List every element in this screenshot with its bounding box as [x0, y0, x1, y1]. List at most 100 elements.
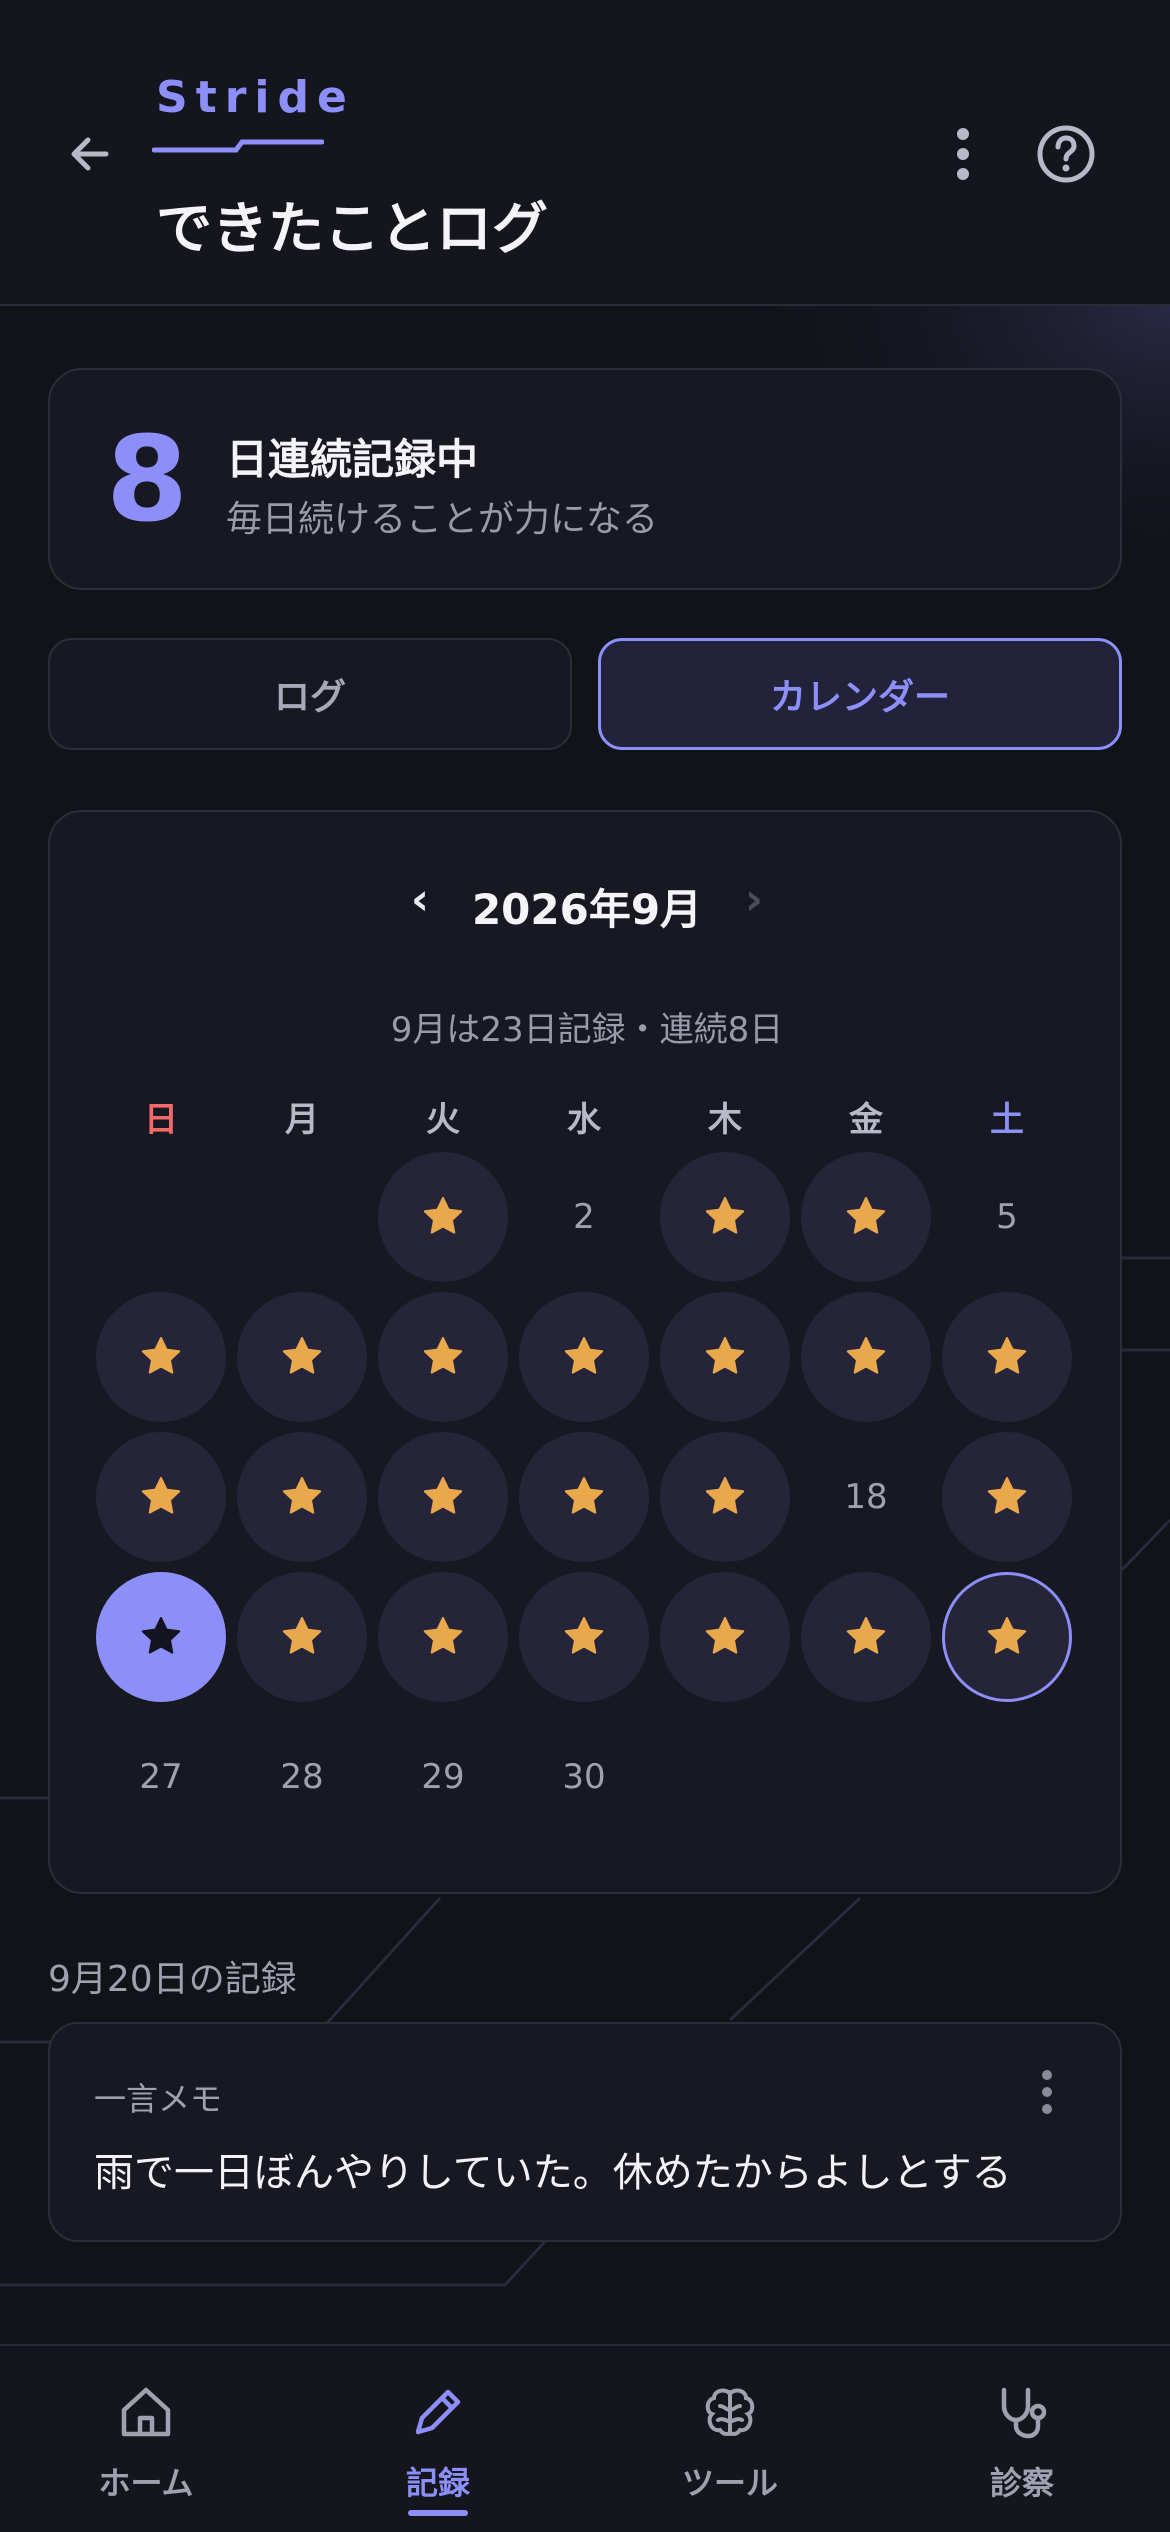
star-icon: [987, 1617, 1027, 1654]
brand-logo: Stride: [156, 72, 355, 123]
star-icon: [564, 1617, 604, 1654]
weekday-mon: 月: [285, 1100, 319, 1140]
calendar-day-28[interactable]: 28: [237, 1712, 367, 1842]
calendar-day-20[interactable]: [96, 1572, 226, 1702]
calendar-day-18[interactable]: 18: [801, 1432, 931, 1562]
calendar-day-17[interactable]: [660, 1432, 790, 1562]
star-icon: [705, 1617, 745, 1654]
calendar-day-1[interactable]: [378, 1152, 508, 1282]
more-vertical-icon: [1042, 2070, 1052, 2114]
star-icon: [423, 1477, 463, 1514]
star-icon: [705, 1197, 745, 1234]
bottom-nav: ホーム 記録 ツール 診察: [0, 2344, 1170, 2532]
star-icon: [987, 1477, 1027, 1514]
memo-card[interactable]: 一言メモ 雨で一日ぼんやりしていた。休めたからよしとする: [48, 2022, 1122, 2242]
star-icon: [564, 1477, 604, 1514]
calendar-day-16[interactable]: [519, 1432, 649, 1562]
calendar-day-5[interactable]: 5: [942, 1152, 1072, 1282]
calendar-day-2[interactable]: 2: [519, 1152, 649, 1282]
help-button[interactable]: [1034, 122, 1098, 186]
back-button[interactable]: [58, 122, 122, 186]
page-title: できたことログ: [156, 197, 548, 262]
calendar-day-number: 2: [573, 1197, 595, 1237]
calendar-day-12[interactable]: [942, 1292, 1072, 1422]
calendar-day-number: 5: [996, 1197, 1018, 1237]
brain-icon: [705, 2388, 755, 2436]
nav-record[interactable]: 記録: [338, 2382, 538, 2516]
star-icon: [564, 1337, 604, 1374]
nav-home[interactable]: ホーム: [46, 2382, 246, 2512]
calendar-day-22[interactable]: [378, 1572, 508, 1702]
star-icon: [141, 1477, 181, 1514]
streak-subtitle: 毎日続けることが力になる: [226, 499, 659, 540]
calendar-day-14[interactable]: [237, 1432, 367, 1562]
weekday-sat: 土: [990, 1100, 1024, 1140]
calendar-day-9[interactable]: [519, 1292, 649, 1422]
nav-tools[interactable]: ツール: [630, 2382, 830, 2512]
star-icon: [846, 1617, 886, 1654]
calendar-day-number: 27: [139, 1757, 183, 1797]
calendar-day-23[interactable]: [519, 1572, 649, 1702]
more-vertical-icon: [957, 128, 969, 180]
star-icon: [423, 1617, 463, 1654]
calendar-day-19[interactable]: [942, 1432, 1072, 1562]
nav-consult[interactable]: 診察: [922, 2382, 1122, 2512]
nav-record-label: 記録: [405, 2464, 470, 2502]
calendar-day-30[interactable]: 30: [519, 1712, 649, 1842]
calendar-day-15[interactable]: [378, 1432, 508, 1562]
calendar-card: ‹ 2026年9月 › 9月は23日記録・連続8日 日 月 火 水 木 金 土 …: [48, 810, 1122, 1894]
memo-text: 雨で一日ぼんやりしていた。休めたからよしとする: [94, 2150, 1012, 2196]
weekday-tue: 火: [426, 1100, 460, 1140]
brand-underline: [152, 139, 324, 153]
calendar-day-11[interactable]: [801, 1292, 931, 1422]
memo-title: 一言メモ: [94, 2080, 223, 2118]
tab-calendar[interactable]: カレンダー: [598, 638, 1122, 750]
nav-active-indicator: [408, 2510, 468, 2516]
more-button[interactable]: [938, 122, 988, 186]
weekday-wed: 水: [567, 1100, 601, 1140]
calendar-day-26[interactable]: [942, 1572, 1072, 1702]
calendar-day-3[interactable]: [660, 1152, 790, 1282]
calendar-day-10[interactable]: [660, 1292, 790, 1422]
calendar-day-21[interactable]: [237, 1572, 367, 1702]
calendar-day-number: 18: [844, 1477, 888, 1517]
star-icon: [846, 1197, 886, 1234]
next-month-button[interactable]: ›: [724, 874, 784, 925]
star-icon: [282, 1477, 322, 1514]
star-icon: [282, 1617, 322, 1654]
streak-count: 8: [106, 410, 189, 548]
nav-home-label: ホーム: [98, 2464, 194, 2502]
nav-tools-label: ツール: [681, 2464, 778, 2502]
calendar-day-number: 30: [562, 1757, 606, 1797]
star-icon: [423, 1197, 463, 1234]
weekday-thu: 木: [708, 1100, 742, 1140]
streak-card: 8 日連続記録中 毎日続けることが力になる: [48, 368, 1122, 590]
calendar-day-4[interactable]: [801, 1152, 931, 1282]
star-icon: [141, 1617, 181, 1654]
calendar-day-24[interactable]: [660, 1572, 790, 1702]
weekday-sun: 日: [144, 1100, 178, 1140]
tab-log[interactable]: ログ: [48, 638, 572, 750]
calendar-day-number: 29: [421, 1757, 465, 1797]
calendar-day-7[interactable]: [237, 1292, 367, 1422]
calendar-day-25[interactable]: [801, 1572, 931, 1702]
calendar-day-29[interactable]: 29: [378, 1712, 508, 1842]
calendar-day-27[interactable]: 27: [96, 1712, 226, 1842]
streak-title: 日連続記録中: [226, 435, 479, 484]
star-icon: [846, 1337, 886, 1374]
back-arrow-icon: [71, 137, 109, 171]
star-icon: [705, 1477, 745, 1514]
calendar-day-8[interactable]: [378, 1292, 508, 1422]
calendar-summary: 9月は23日記録・連続8日: [390, 1010, 784, 1050]
calendar-day-13[interactable]: [96, 1432, 226, 1562]
help-circle-icon: [1037, 125, 1095, 183]
star-icon: [705, 1337, 745, 1374]
star-icon: [282, 1337, 322, 1374]
calendar-day-6[interactable]: [96, 1292, 226, 1422]
stethoscope-icon: [1001, 2387, 1047, 2439]
memo-more-button[interactable]: [1024, 2064, 1070, 2120]
home-icon: [121, 2387, 171, 2437]
calendar-month-label: 2026年9月: [471, 885, 703, 934]
star-icon: [423, 1337, 463, 1374]
pencil-icon: [415, 2389, 461, 2435]
